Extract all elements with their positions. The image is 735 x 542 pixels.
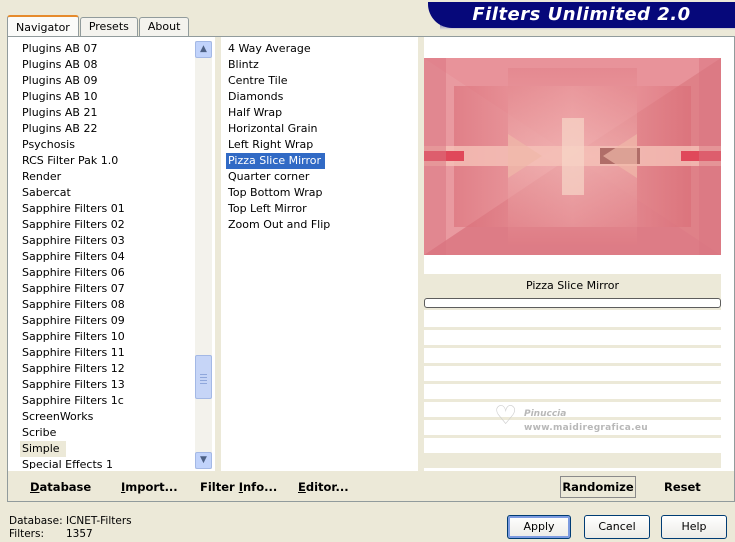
filter-item[interactable]: Blintz xyxy=(226,57,418,73)
filter-item[interactable]: Zoom Out and Flip xyxy=(226,217,418,233)
category-item[interactable]: Sapphire Filters 07 xyxy=(20,281,192,297)
filter-info-label-b: nfo... xyxy=(243,480,278,494)
reset-button[interactable]: Reset xyxy=(664,479,701,495)
category-item[interactable]: Special Effects 1 xyxy=(20,457,192,469)
heart-icon: ♡ xyxy=(494,401,518,431)
app-title: Filters Unlimited 2.0 xyxy=(428,2,735,28)
database-status-label: Database: xyxy=(9,515,63,527)
database-label: atabase xyxy=(39,480,92,494)
filter-list[interactable]: 4 Way Average Blintz Centre Tile Diamonds Ha… xyxy=(226,41,418,469)
list-divider xyxy=(215,37,221,471)
scroll-up-button[interactable]: ▲ xyxy=(195,41,212,58)
watermark: ♡ Pinuccia www.maidiregrafica.eu xyxy=(494,401,694,441)
filter-item[interactable]: Diamonds xyxy=(226,89,418,105)
parameter-row xyxy=(424,384,721,400)
category-item[interactable]: Sapphire Filters 04 xyxy=(20,249,192,265)
category-item[interactable]: Plugins AB 09 xyxy=(20,73,192,89)
filter-item[interactable]: Half Wrap xyxy=(226,105,418,121)
editor-label: ditor... xyxy=(305,480,349,494)
category-item[interactable]: Render xyxy=(20,169,192,185)
category-item[interactable]: Plugins AB 10 xyxy=(20,89,192,105)
category-item[interactable]: Sabercat xyxy=(20,185,192,201)
category-item[interactable]: Sapphire Filters 10 xyxy=(20,329,192,345)
category-item[interactable]: Sapphire Filters 06 xyxy=(20,265,192,281)
parameter-row xyxy=(424,312,721,328)
filter-item[interactable]: 4 Way Average xyxy=(226,41,418,57)
category-item[interactable]: Psychosis xyxy=(20,137,192,153)
parameter-row xyxy=(424,366,721,382)
filter-item[interactable]: Left Right Wrap xyxy=(226,137,418,153)
category-item[interactable]: Sapphire Filters 13 xyxy=(20,377,192,393)
database-button[interactable]: Database xyxy=(30,479,91,495)
progress-bar xyxy=(424,298,721,310)
status-info: Database: ICNET-Filters Filters: 1357 xyxy=(9,515,132,541)
database-status-value: ICNET-Filters xyxy=(66,515,132,527)
category-item[interactable]: Sapphire Filters 1c xyxy=(20,393,192,409)
preview-filter-name: Pizza Slice Mirror xyxy=(424,274,721,298)
filter-item[interactable]: Quarter corner xyxy=(226,169,418,185)
category-scrollbar[interactable]: ▲ ▼ xyxy=(195,41,212,469)
category-item[interactable]: Sapphire Filters 03 xyxy=(20,233,192,249)
tab-strip: Navigator Presets About xyxy=(7,14,190,37)
editor-button[interactable]: Editor... xyxy=(298,479,349,495)
category-item[interactable]: RCS Filter Pak 1.0 xyxy=(20,153,192,169)
preview-pattern xyxy=(424,58,721,255)
scroll-down-button[interactable]: ▼ xyxy=(195,452,212,469)
category-item[interactable]: Sapphire Filters 08 xyxy=(20,297,192,313)
category-item[interactable]: Simple xyxy=(20,441,66,457)
tab-about[interactable]: About xyxy=(138,17,190,36)
progress-track xyxy=(424,298,721,308)
category-item[interactable]: Sapphire Filters 01 xyxy=(20,201,192,217)
parameter-area xyxy=(424,312,721,468)
navigator-toolbar: Database Import... Filter Info... Editor… xyxy=(8,471,734,501)
parameter-row xyxy=(424,330,721,346)
filter-item[interactable]: Pizza Slice Mirror xyxy=(226,153,326,169)
category-item[interactable]: Sapphire Filters 09 xyxy=(20,313,192,329)
watermark-url: www.maidiregrafica.eu xyxy=(524,423,648,433)
apply-button[interactable]: Apply xyxy=(507,515,571,539)
help-button[interactable]: Help xyxy=(661,515,727,539)
filters-count-label: Filters: xyxy=(9,528,45,540)
filters-count-value: 1357 xyxy=(66,528,93,540)
filter-item[interactable]: Centre Tile xyxy=(226,73,418,89)
grip-icon xyxy=(196,356,211,384)
category-item[interactable]: ScreenWorks xyxy=(20,409,192,425)
navigator-panel: Plugins AB 07 Plugins AB 08 Plugins AB 09 P… xyxy=(7,36,735,502)
category-item[interactable]: Plugins AB 07 xyxy=(20,41,192,57)
category-item[interactable]: Sapphire Filters 12 xyxy=(20,361,192,377)
import-button[interactable]: Import... xyxy=(121,479,178,495)
watermark-name: Pinuccia xyxy=(524,409,567,419)
category-item[interactable]: Sapphire Filters 11 xyxy=(20,345,192,361)
category-item[interactable]: Sapphire Filters 02 xyxy=(20,217,192,233)
scroll-thumb[interactable] xyxy=(195,355,212,399)
preview-image xyxy=(424,58,721,255)
category-item[interactable]: Plugins AB 08 xyxy=(20,57,192,73)
tab-presets[interactable]: Presets xyxy=(79,17,138,36)
cancel-button[interactable]: Cancel xyxy=(584,515,650,539)
filter-info-button[interactable]: Filter Info... xyxy=(200,479,277,495)
editor-mnemonic: E xyxy=(298,480,306,494)
filter-info-label-a: Filter xyxy=(200,480,239,494)
tab-navigator[interactable]: Navigator xyxy=(7,15,79,37)
category-list[interactable]: Plugins AB 07 Plugins AB 08 Plugins AB 09 P… xyxy=(20,41,192,469)
filter-item[interactable]: Top Bottom Wrap xyxy=(226,185,418,201)
randomize-button[interactable]: Randomize xyxy=(560,476,636,498)
category-item[interactable]: Plugins AB 22 xyxy=(20,121,192,137)
category-item[interactable]: Scribe xyxy=(20,425,192,441)
import-label: mport... xyxy=(125,480,178,494)
filter-item[interactable]: Horizontal Grain xyxy=(226,121,418,137)
category-item[interactable]: Plugins AB 21 xyxy=(20,105,192,121)
chevron-up-icon: ▲ xyxy=(200,44,207,54)
filter-item[interactable]: Top Left Mirror xyxy=(226,201,418,217)
parameter-row xyxy=(424,348,721,364)
chevron-down-icon: ▼ xyxy=(200,455,207,465)
database-mnemonic: D xyxy=(30,480,40,494)
